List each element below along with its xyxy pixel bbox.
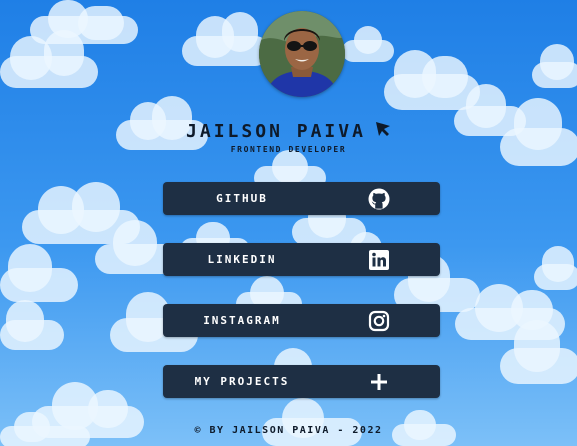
cloud [532, 44, 577, 90]
github-link-button[interactable]: GITHUB [163, 182, 440, 215]
cloud [500, 98, 577, 168]
profile-photo [259, 11, 345, 97]
cloud [500, 320, 577, 386]
linkedin-link-button[interactable]: LINKEDIN [163, 243, 440, 276]
my-projects-link-button[interactable]: MY PROJECTS [163, 365, 440, 398]
cloud [0, 300, 64, 350]
my-projects-link-label: MY PROJECTS [194, 375, 290, 388]
linkedin-link-label: LINKEDIN [207, 253, 277, 266]
github-icon [368, 188, 390, 210]
instagram-link-label: INSTAGRAM [203, 314, 281, 327]
cloud [262, 398, 362, 446]
cloud [0, 244, 78, 302]
linkedin-icon [368, 249, 390, 271]
cloud [0, 30, 98, 88]
profile-role: FRONTEND DEVELOPER [230, 145, 347, 154]
profile-header: JAILSON PAIVA [150, 119, 427, 143]
plus-icon [368, 371, 390, 393]
profile-avatar [259, 11, 345, 97]
instagram-link-button[interactable]: INSTAGRAM [163, 304, 440, 337]
cloud [0, 412, 90, 446]
cloud [182, 12, 270, 67]
github-link-label: GITHUB [216, 192, 268, 205]
profile-name: JAILSON PAIVA [186, 120, 366, 142]
footer-copyright: © BY JAILSON PAIVA - 2022 [194, 425, 383, 436]
instagram-icon [368, 310, 390, 332]
cursor-arrow-icon [375, 121, 391, 141]
